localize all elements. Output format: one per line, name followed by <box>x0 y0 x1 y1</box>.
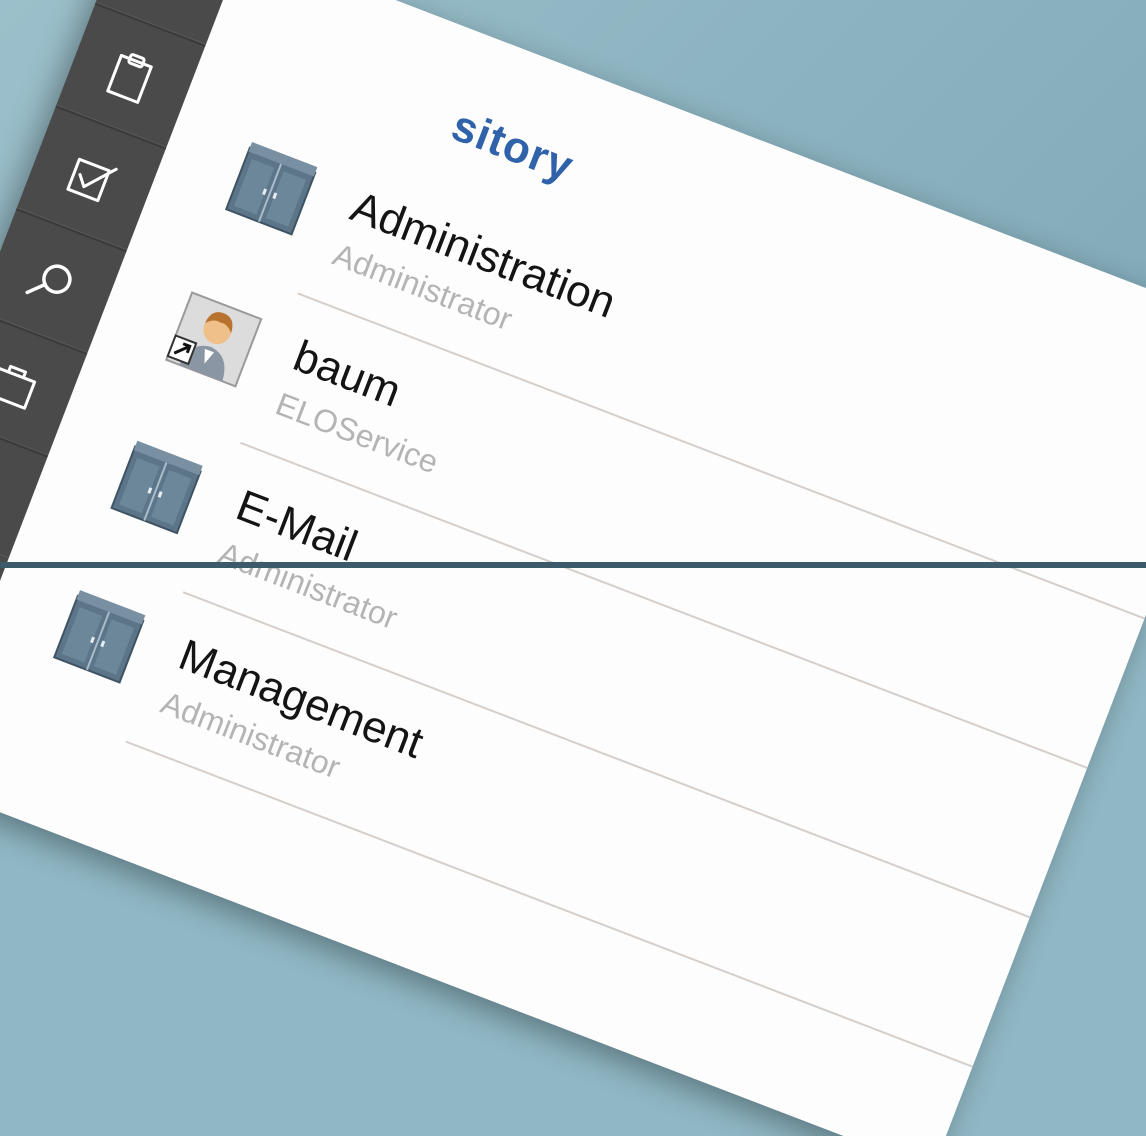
user-shortcut-icon <box>165 291 263 388</box>
cabinet-icon <box>52 590 146 684</box>
search-icon <box>25 263 72 294</box>
bottom-bar <box>0 562 1146 568</box>
clipboard-icon <box>106 52 153 104</box>
task-check-icon <box>66 157 118 202</box>
briefcase-icon <box>0 364 37 410</box>
form-list-icon <box>0 453 7 520</box>
page-title: sitory <box>445 100 581 192</box>
cabinet-icon <box>224 142 318 236</box>
cabinet-icon <box>110 440 203 535</box>
inbox-icon <box>137 0 204 7</box>
